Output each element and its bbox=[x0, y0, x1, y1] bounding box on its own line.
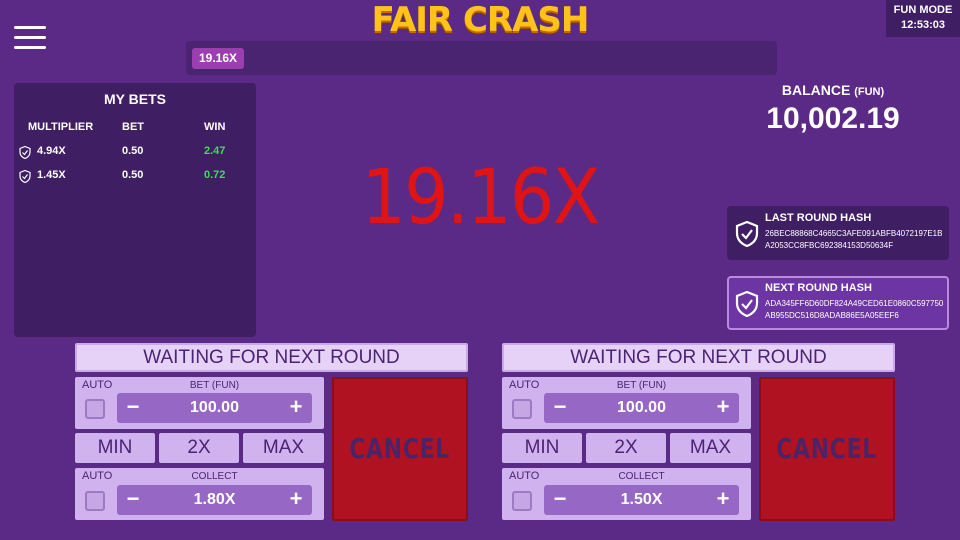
collect-block: AUTO COLLECT − 1.50X + bbox=[502, 468, 751, 520]
min-button[interactable]: MIN bbox=[502, 433, 582, 463]
auto-label: AUTO bbox=[509, 470, 540, 482]
mode-label: FUN MODE bbox=[893, 4, 953, 16]
my-bets-panel: MY BETS MULTIPLIER BET WIN 4.94X 0.50 2.… bbox=[14, 83, 256, 337]
bet-stepper: − 100.00 + bbox=[544, 393, 739, 423]
bet-multiplier: 1.45X bbox=[37, 169, 66, 181]
auto-label: AUTO bbox=[82, 379, 113, 391]
shield-check-icon bbox=[735, 221, 759, 247]
last-hash-title: LAST ROUND HASH bbox=[765, 212, 872, 224]
collect-value[interactable]: 1.80X bbox=[147, 485, 282, 515]
bet-stepper: − 100.00 + bbox=[117, 393, 312, 423]
last-round-hash[interactable]: LAST ROUND HASH 26BEC88868C4665C3AFE091A… bbox=[727, 206, 949, 260]
cancel-label: CANCEL bbox=[349, 432, 451, 465]
cancel-label: CANCEL bbox=[776, 432, 878, 465]
max-button[interactable]: MAX bbox=[670, 433, 751, 463]
auto-bet-checkbox[interactable] bbox=[85, 399, 105, 419]
bets-table-header: MULTIPLIER BET WIN bbox=[14, 117, 256, 141]
bet-win: 0.72 bbox=[204, 169, 226, 181]
double-button[interactable]: 2X bbox=[586, 433, 666, 463]
shield-check-icon bbox=[19, 170, 31, 183]
min-button[interactable]: MIN bbox=[75, 433, 155, 463]
collect-stepper: − 1.80X + bbox=[117, 485, 312, 515]
round-history-bar: 19.16X bbox=[186, 41, 777, 75]
last-hash-value: 26BEC88868C4665C3AFE091ABFB4072197E1BA20… bbox=[765, 229, 943, 250]
shield-check-icon bbox=[735, 291, 759, 317]
max-button[interactable]: MAX bbox=[243, 433, 324, 463]
col-win: WIN bbox=[204, 121, 226, 133]
clock-time: 12:53:03 bbox=[900, 19, 946, 31]
bet-multiplier: 4.94X bbox=[37, 145, 66, 157]
bet-label: BET (FUN) bbox=[189, 380, 240, 391]
bets-table: MULTIPLIER BET WIN 4.94X 0.50 2.47 1.45X… bbox=[14, 117, 256, 189]
bet-panel-2: WAITING FOR NEXT ROUND AUTO BET (FUN) − … bbox=[502, 343, 896, 523]
auto-bet-checkbox[interactable] bbox=[512, 399, 532, 419]
bet-increase-button[interactable]: + bbox=[709, 393, 737, 423]
collect-label: COLLECT bbox=[618, 471, 665, 482]
collect-decrease-button[interactable]: − bbox=[546, 485, 574, 515]
bet-amount: 0.50 bbox=[122, 169, 144, 181]
balance-label-text: BALANCE bbox=[781, 82, 851, 98]
history-chip[interactable]: 19.16X bbox=[192, 48, 245, 69]
collect-increase-button[interactable]: + bbox=[282, 485, 310, 515]
cancel-button[interactable]: CANCEL bbox=[759, 377, 895, 521]
bet-label: BET (FUN) bbox=[616, 380, 667, 391]
round-status: WAITING FOR NEXT ROUND bbox=[75, 343, 468, 372]
col-multiplier: MULTIPLIER bbox=[28, 121, 94, 133]
bet-amount: 0.50 bbox=[122, 145, 144, 157]
collect-stepper: − 1.50X + bbox=[544, 485, 739, 515]
bet-value[interactable]: 100.00 bbox=[147, 393, 282, 423]
balance-unit: (FUN) bbox=[854, 86, 885, 98]
bet-decrease-button[interactable]: − bbox=[546, 393, 574, 423]
bet-row: 4.94X 0.50 2.47 bbox=[14, 141, 256, 165]
collect-block: AUTO COLLECT − 1.80X + bbox=[75, 468, 324, 520]
bet-row: 1.45X 0.50 0.72 bbox=[14, 165, 256, 189]
game-logo: FAIR CRASH bbox=[371, 0, 590, 40]
bet-block: AUTO BET (FUN) − 100.00 + bbox=[502, 377, 751, 429]
next-hash-value: ADA345FF6D60DF824A49CED61E0860C597750AB9… bbox=[765, 299, 944, 320]
bet-decrease-button[interactable]: − bbox=[119, 393, 147, 423]
balance-value: 10,002.19 bbox=[766, 102, 900, 135]
cancel-button[interactable]: CANCEL bbox=[332, 377, 468, 521]
bet-increase-button[interactable]: + bbox=[282, 393, 310, 423]
balance-label: BALANCE (FUN) bbox=[760, 82, 906, 98]
auto-label: AUTO bbox=[509, 379, 540, 391]
collect-decrease-button[interactable]: − bbox=[119, 485, 147, 515]
auto-collect-checkbox[interactable] bbox=[85, 491, 105, 511]
current-multiplier: 19.16X bbox=[361, 152, 600, 241]
double-button[interactable]: 2X bbox=[159, 433, 239, 463]
my-bets-title: MY BETS bbox=[104, 91, 166, 107]
auto-collect-checkbox[interactable] bbox=[512, 491, 532, 511]
bet-block: AUTO BET (FUN) − 100.00 + bbox=[75, 377, 324, 429]
mode-clock: FUN MODE 12:53:03 bbox=[886, 0, 960, 37]
bet-win: 2.47 bbox=[204, 145, 226, 157]
auto-label: AUTO bbox=[82, 470, 113, 482]
bet-value[interactable]: 100.00 bbox=[574, 393, 709, 423]
collect-increase-button[interactable]: + bbox=[709, 485, 737, 515]
collect-value[interactable]: 1.50X bbox=[574, 485, 709, 515]
next-round-hash[interactable]: NEXT ROUND HASH ADA345FF6D60DF824A49CED6… bbox=[727, 276, 949, 330]
round-status: WAITING FOR NEXT ROUND bbox=[502, 343, 895, 372]
collect-label: COLLECT bbox=[191, 471, 238, 482]
shield-check-icon bbox=[19, 146, 31, 159]
next-hash-title: NEXT ROUND HASH bbox=[765, 282, 872, 294]
bet-panel-1: WAITING FOR NEXT ROUND AUTO BET (FUN) − … bbox=[75, 343, 469, 523]
col-bet: BET bbox=[122, 121, 144, 133]
